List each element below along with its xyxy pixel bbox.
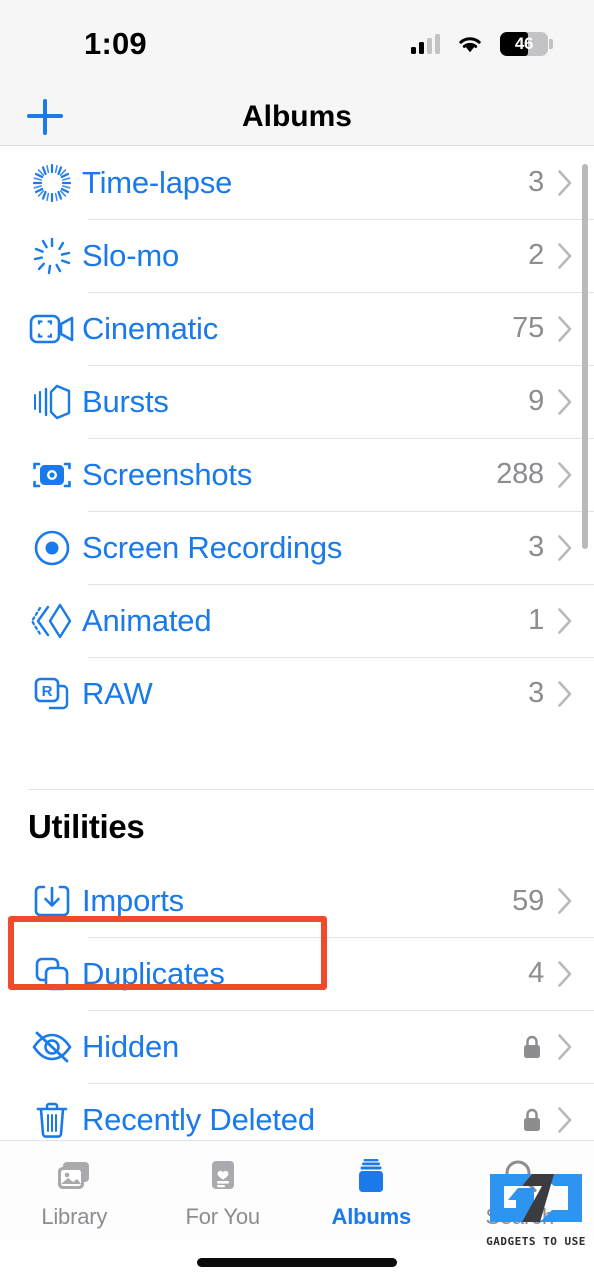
battery-percent: 46 bbox=[514, 34, 534, 53]
albums-list[interactable]: Time-lapse 3 Slo-mo 2 Cinematic 75 Burst… bbox=[0, 146, 594, 1140]
list-item-count: 288 bbox=[496, 458, 544, 490]
for-you-card-icon bbox=[207, 1155, 239, 1197]
battery-icon: 46 bbox=[500, 32, 553, 56]
list-item[interactable]: R RAW 3 bbox=[0, 657, 594, 730]
list-item-count: 3 bbox=[528, 531, 544, 563]
list-item-count: 2 bbox=[528, 239, 544, 271]
chevron-right-icon bbox=[558, 242, 572, 269]
list-item-label: Bursts bbox=[82, 383, 169, 419]
status-bar-indicators: 46 bbox=[411, 32, 553, 56]
photos-library-icon bbox=[54, 1155, 94, 1197]
list-item-count: 9 bbox=[528, 385, 544, 417]
tab-label: For You bbox=[185, 1204, 261, 1229]
page-title: Albums bbox=[241, 99, 352, 133]
screen-recording-icon bbox=[22, 527, 82, 569]
list-item-label: RAW bbox=[82, 675, 153, 711]
search-magnifier-icon bbox=[501, 1155, 539, 1197]
tab-library[interactable]: Library bbox=[0, 1155, 149, 1230]
chevron-right-icon bbox=[558, 680, 572, 707]
raw-icon: R bbox=[22, 673, 82, 715]
lock-icon bbox=[522, 1107, 542, 1133]
slomo-icon bbox=[22, 234, 82, 278]
section-divider bbox=[0, 730, 594, 790]
tab-label: Albums bbox=[331, 1204, 412, 1229]
list-item-label: Animated bbox=[82, 602, 212, 638]
chevron-right-icon bbox=[558, 960, 572, 987]
list-item-label: Screen Recordings bbox=[82, 529, 343, 565]
list-item-count: 1 bbox=[528, 604, 544, 636]
list-item-label: Hidden bbox=[82, 1028, 180, 1064]
list-item-label: Recently Deleted bbox=[82, 1101, 315, 1137]
list-item-duplicates[interactable]: Duplicates 4 bbox=[0, 937, 594, 1010]
navigation-bar: Albums bbox=[0, 88, 594, 146]
list-item[interactable]: Screenshots 288 bbox=[0, 438, 594, 511]
tab-label: Library bbox=[41, 1204, 108, 1229]
trash-icon bbox=[22, 1100, 82, 1140]
list-item-label: Time-lapse bbox=[82, 164, 233, 200]
tab-for-you[interactable]: For You bbox=[149, 1155, 298, 1230]
import-tray-icon bbox=[22, 881, 82, 921]
list-item-label: Slo-mo bbox=[82, 237, 179, 273]
chevron-right-icon bbox=[558, 461, 572, 488]
svg-text:R: R bbox=[42, 683, 53, 700]
tab-bar: Library For You Albums Search bbox=[0, 1140, 594, 1240]
list-item-count: 75 bbox=[512, 312, 544, 344]
chevron-right-icon bbox=[558, 607, 572, 634]
bursts-icon bbox=[22, 382, 82, 422]
list-item-count: 3 bbox=[528, 677, 544, 709]
list-item[interactable]: Animated 1 bbox=[0, 584, 594, 657]
cellular-signal-icon bbox=[411, 34, 440, 54]
chevron-right-icon bbox=[558, 315, 572, 342]
list-item[interactable]: Slo-mo 2 bbox=[0, 219, 594, 292]
timelapse-icon bbox=[22, 161, 82, 205]
list-item-label: Cinematic bbox=[82, 310, 219, 346]
eye-slash-icon bbox=[22, 1029, 82, 1065]
section-header: Utilities bbox=[0, 790, 594, 864]
home-indicator bbox=[0, 1240, 594, 1284]
status-bar: 1:09 46 bbox=[0, 0, 594, 88]
tab-search[interactable]: Search bbox=[446, 1155, 594, 1230]
chevron-right-icon bbox=[558, 1106, 572, 1133]
media-types-section: Time-lapse 3 Slo-mo 2 Cinematic 75 Burst… bbox=[0, 146, 594, 730]
list-item-label: Screenshots bbox=[82, 456, 253, 492]
list-item[interactable]: Cinematic 75 bbox=[0, 292, 594, 365]
list-item[interactable]: Imports 59 bbox=[0, 864, 594, 937]
list-item[interactable]: Hidden bbox=[0, 1010, 594, 1083]
utilities-section: Utilities Imports 59 Duplicates 4 Hidden… bbox=[0, 790, 594, 1140]
list-item[interactable]: Bursts 9 bbox=[0, 365, 594, 438]
list-item[interactable]: Recently Deleted bbox=[0, 1083, 594, 1140]
phone-screen: 1:09 46 Albums Time-lapse 3 Slo-mo 2 Cin… bbox=[0, 0, 594, 1284]
list-item-label: Imports bbox=[82, 883, 184, 918]
list-item-count: 4 bbox=[528, 957, 544, 989]
chevron-right-icon bbox=[558, 169, 572, 196]
chevron-right-icon bbox=[558, 534, 572, 561]
list-item-label: Duplicates bbox=[82, 955, 225, 991]
wifi-icon bbox=[459, 36, 481, 52]
status-bar-time: 1:09 bbox=[84, 26, 147, 61]
duplicates-icon bbox=[22, 954, 82, 994]
tab-albums[interactable]: Albums bbox=[297, 1155, 446, 1230]
albums-stack-icon bbox=[352, 1155, 390, 1197]
section-header-label: Utilities bbox=[28, 808, 145, 845]
list-item-count: 59 bbox=[512, 884, 544, 917]
screenshots-camera-icon bbox=[22, 454, 82, 496]
chevron-right-icon bbox=[558, 888, 572, 914]
lock-icon bbox=[522, 1034, 542, 1060]
list-item-count: 3 bbox=[528, 166, 544, 198]
animated-icon bbox=[22, 601, 82, 641]
plus-icon[interactable] bbox=[27, 98, 63, 135]
scroll-indicator[interactable] bbox=[582, 164, 588, 549]
tab-label: Search bbox=[485, 1204, 554, 1229]
list-item[interactable]: Time-lapse 3 bbox=[0, 146, 594, 219]
cinematic-video-icon bbox=[22, 310, 82, 348]
chevron-right-icon bbox=[558, 388, 572, 415]
chevron-right-icon bbox=[558, 1033, 572, 1060]
list-item[interactable]: Screen Recordings 3 bbox=[0, 511, 594, 584]
